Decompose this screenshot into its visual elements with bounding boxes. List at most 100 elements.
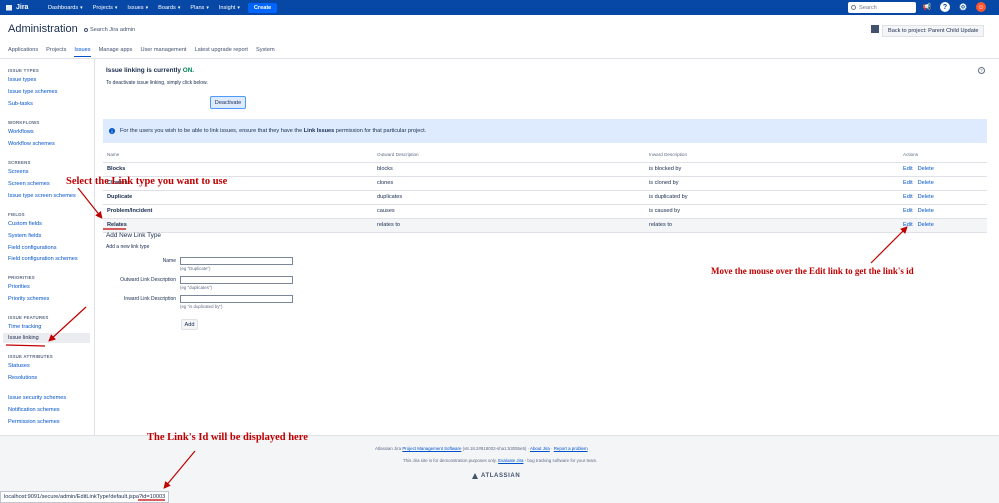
tab-latest-upgrade-report[interactable]: Latest upgrade report: [194, 47, 248, 57]
edit-link[interactable]: Edit: [903, 194, 913, 200]
sidebar-item-workflows[interactable]: Workflows: [8, 129, 34, 135]
sidebar-item-custom-fields[interactable]: Custom fields: [8, 221, 42, 227]
chevron-down-icon: ▾: [237, 4, 240, 11]
sidebar-item-permission-schemes[interactable]: Permission schemes: [8, 419, 60, 425]
delete-link[interactable]: Delete: [918, 222, 934, 228]
admin-notification-icon[interactable]: [871, 25, 879, 33]
sidebar-item-resolutions[interactable]: Resolutions: [8, 375, 37, 381]
main-content: Issue linking is currently ON. To deacti…: [96, 59, 996, 435]
sidebar-item-issue-types[interactable]: Issue types: [8, 77, 36, 83]
add-button[interactable]: Add: [181, 319, 198, 330]
delete-link[interactable]: Delete: [918, 166, 934, 172]
global-search-input[interactable]: Search: [848, 2, 916, 13]
sidebar-item-sub-tasks[interactable]: Sub-tasks: [8, 101, 33, 107]
link-inward: is caused by: [645, 204, 899, 219]
delete-link[interactable]: Delete: [918, 180, 934, 186]
nav-plans[interactable]: Plans ▾: [190, 5, 209, 11]
tab-system[interactable]: System: [256, 47, 275, 57]
sidebar-section-priorities: PRIORITIES: [8, 275, 35, 280]
sidebar-item-time-tracking[interactable]: Time tracking: [8, 324, 41, 330]
sidebar-item-workflow-schemes[interactable]: Workflow schemes: [8, 141, 55, 147]
sidebar-item-issue-linking[interactable]: Issue linking: [3, 333, 90, 343]
browser-status-bar: localhost:9091/secure/admin/EditLinkType…: [0, 491, 170, 503]
name-field[interactable]: [180, 257, 293, 265]
tab-applications[interactable]: Applications: [8, 47, 38, 57]
avatar[interactable]: ☺: [976, 2, 986, 12]
tab-manage-apps[interactable]: Manage apps: [99, 47, 133, 57]
nav-projects[interactable]: Projects ▾: [93, 5, 118, 11]
column-header-outward: Outward Description: [373, 148, 645, 163]
add-link-type-subtitle: Add a new link type: [106, 244, 150, 250]
edit-link[interactable]: Edit: [903, 180, 913, 186]
settings-icon[interactable]: ⚙: [958, 2, 968, 12]
jira-logo[interactable]: Jira: [6, 4, 36, 11]
evaluate-jira-link[interactable]: Evaluate Jira: [498, 458, 523, 463]
sidebar-item-field-configurations[interactable]: Field configurations: [8, 245, 57, 251]
footer-demo-text: This Jira site is for demonstration purp…: [403, 458, 499, 463]
back-to-project-button[interactable]: Back to project: Parent Child Update: [882, 25, 985, 37]
info-message: i For the users you wish to be able to l…: [103, 119, 987, 143]
inward-hint: (eg "is duplicated by"): [180, 304, 223, 309]
nav-insight[interactable]: Insight ▾: [219, 5, 240, 11]
sidebar-item-issue-type-screen-schemes[interactable]: Issue type screen schemes: [8, 193, 76, 199]
tab-user-management[interactable]: User management: [140, 47, 186, 57]
tab-projects[interactable]: Projects: [46, 47, 66, 57]
nav-boards[interactable]: Boards ▾: [158, 5, 180, 11]
sidebar-item-notification-schemes[interactable]: Notification schemes: [8, 407, 60, 413]
page-title: Administration: [8, 23, 78, 35]
edit-link[interactable]: Edit: [903, 222, 913, 228]
admin-search[interactable]: Search Jira admin: [84, 27, 135, 33]
edit-link[interactable]: Edit: [903, 208, 913, 214]
delete-link[interactable]: Delete: [918, 194, 934, 200]
create-button[interactable]: Create: [247, 2, 278, 13]
sidebar-item-system-fields[interactable]: System fields: [8, 233, 41, 239]
info-text: For the users you wish to be able to lin…: [120, 128, 426, 134]
edit-link[interactable]: Edit: [903, 166, 913, 172]
name-hint: (eg "Duplicate"): [180, 266, 211, 271]
nav-issues[interactable]: Issues ▾: [127, 5, 148, 11]
atlassian-logo[interactable]: ATLASSIAN: [472, 473, 520, 479]
outward-label: Outward Link Description: [120, 277, 176, 283]
sidebar-item-issue-type-schemes[interactable]: Issue type schemes: [8, 89, 57, 95]
nav-label: Dashboards: [48, 4, 79, 11]
search-icon: [851, 5, 856, 10]
atlassian-logo-icon: [472, 473, 478, 479]
deactivate-button[interactable]: Deactivate: [210, 96, 246, 109]
link-outward: duplicates: [373, 190, 645, 205]
about-jira-link[interactable]: About Jira: [530, 446, 550, 451]
project-management-link[interactable]: Project Management Software: [402, 446, 461, 451]
app-switcher-icon: [6, 4, 12, 11]
tab-issues[interactable]: Issues: [74, 47, 91, 57]
table-row: Cloners clones is cloned by Edit Delete: [103, 176, 987, 191]
delete-link[interactable]: Delete: [918, 208, 934, 214]
sidebar-item-issue-security-schemes[interactable]: Issue security schemes: [8, 395, 66, 401]
inward-label: Inward Link Description: [124, 296, 176, 302]
logo-label: Jira: [16, 4, 29, 11]
help-icon[interactable]: ?: [978, 67, 985, 74]
link-name: Problem/Incident: [103, 204, 373, 219]
sidebar-item-screens[interactable]: Screens: [8, 169, 29, 175]
report-problem-link[interactable]: Report a problem: [554, 446, 588, 451]
help-icon[interactable]: ?: [940, 2, 950, 12]
sidebar-section-issue-attributes: ISSUE ATTRIBUTES: [8, 354, 53, 359]
sidebar-item-screen-schemes[interactable]: Screen schemes: [8, 181, 50, 187]
nav-label: Issues: [127, 4, 144, 11]
nav-dashboards[interactable]: Dashboards ▾: [48, 5, 83, 11]
nav-label: Boards: [158, 4, 176, 11]
footer-prefix: Atlassian Jira: [375, 446, 403, 451]
notification-icon[interactable]: 📢: [922, 2, 932, 12]
sidebar-item-field-configuration-schemes[interactable]: Field configuration schemes: [8, 256, 78, 262]
table-row: Relates relates to relates to Edit Delete: [103, 218, 987, 233]
outward-description-field[interactable]: [180, 276, 293, 284]
sidebar-item-priority-schemes[interactable]: Priority schemes: [8, 296, 49, 302]
table-row: Blocks blocks is blocked by Edit Delete: [103, 162, 987, 177]
inward-description-field[interactable]: [180, 295, 293, 303]
link-name: Blocks: [103, 162, 373, 177]
info-bold: Link Issues: [303, 128, 335, 134]
add-link-type-title: Add New Link Type: [106, 232, 161, 239]
sidebar-item-statuses[interactable]: Statuses: [8, 363, 30, 369]
table-row: Problem/Incident causes is caused by Edi…: [103, 204, 987, 219]
sidebar-item-priorities[interactable]: Priorities: [8, 284, 30, 290]
heading-prefix: Issue linking is currently: [106, 67, 183, 74]
chevron-down-icon: ▾: [206, 4, 209, 11]
